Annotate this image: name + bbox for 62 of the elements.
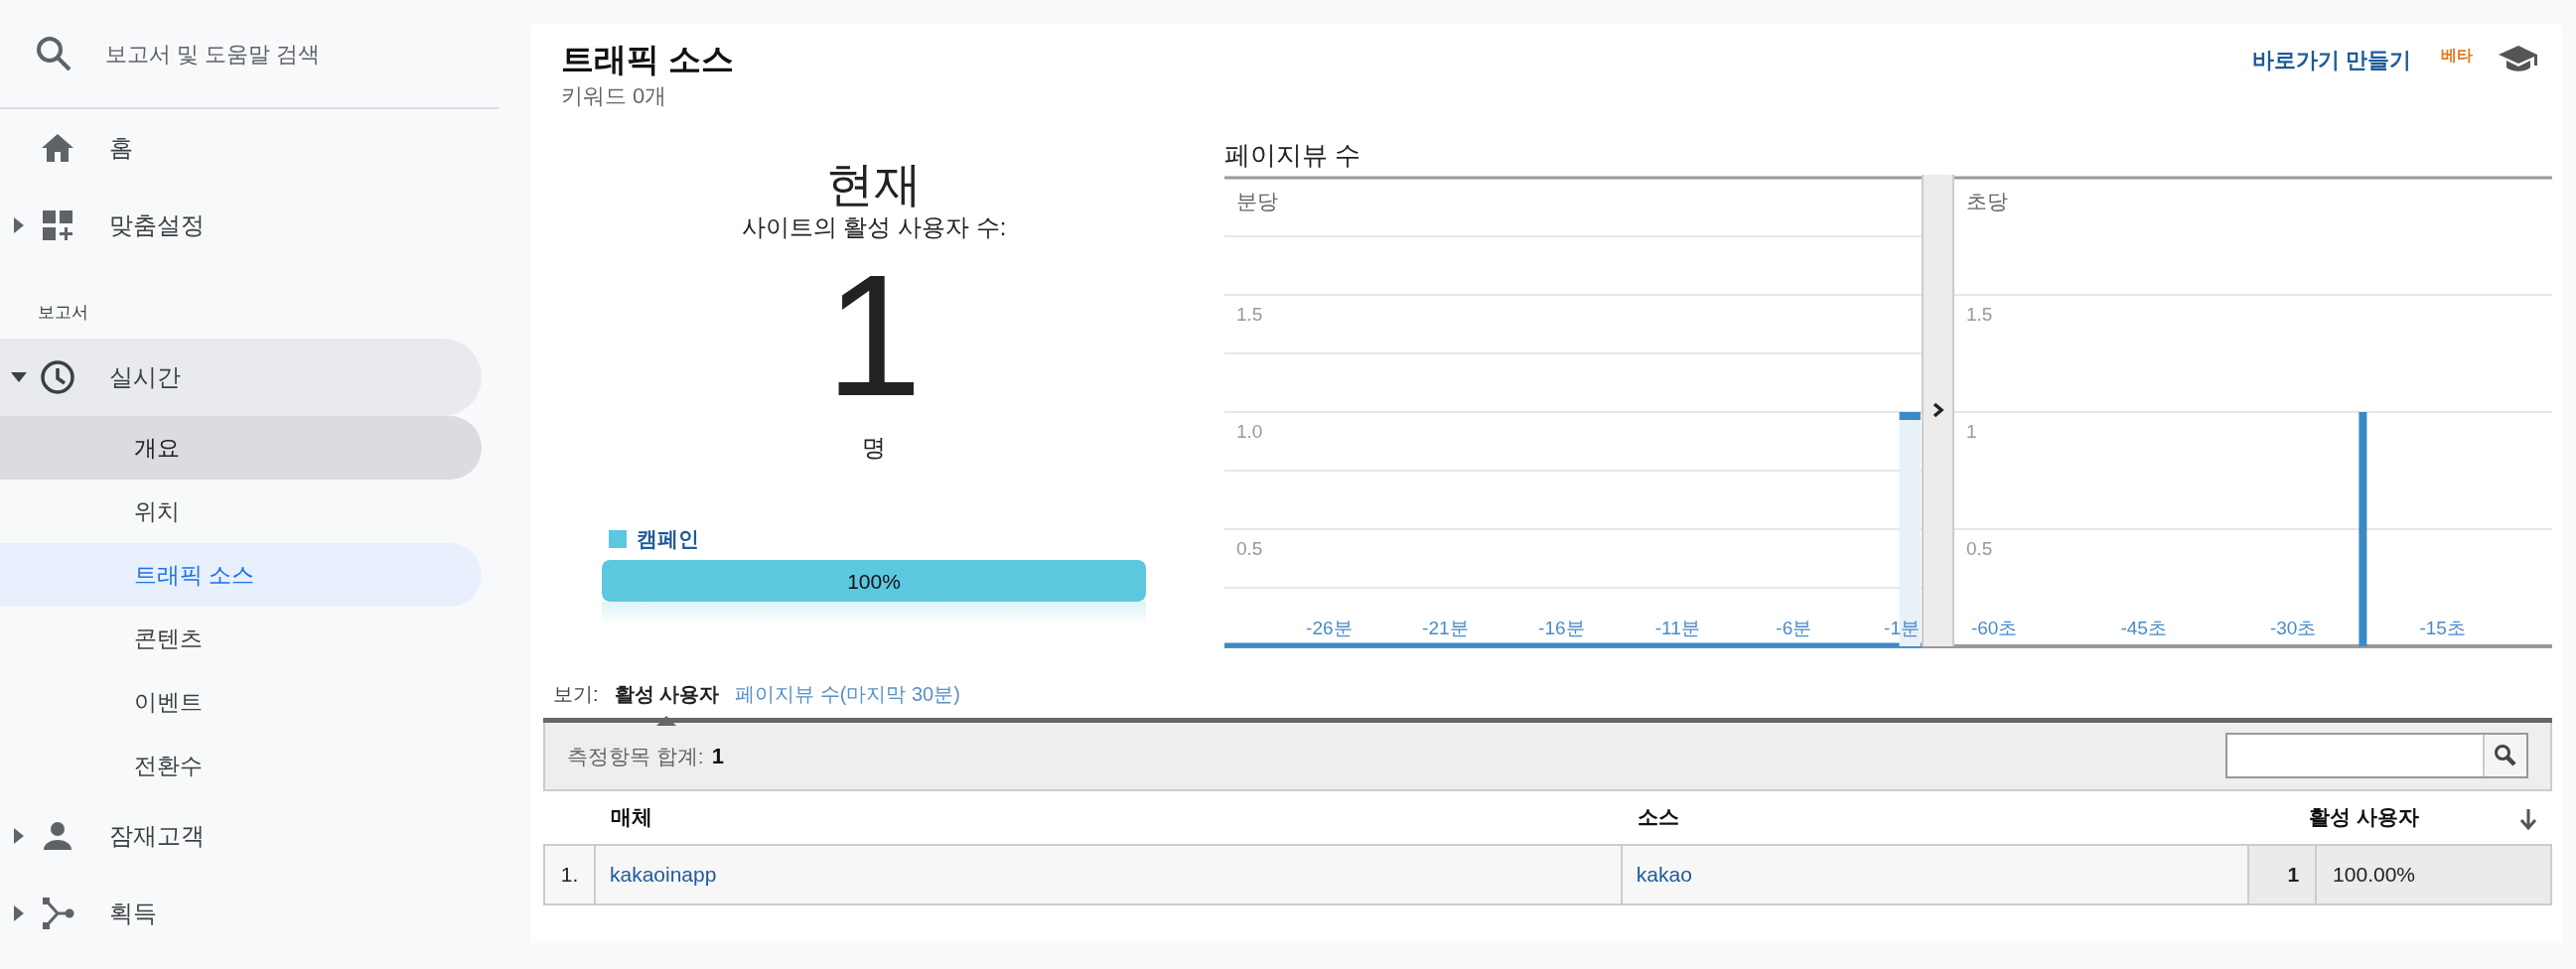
x-tick-label: -30초 bbox=[2269, 617, 2317, 638]
section-heading: 보고서 bbox=[37, 301, 89, 324]
table-search-field[interactable] bbox=[2225, 733, 2528, 779]
column-header[interactable]: 소스 bbox=[1637, 801, 1679, 833]
active-users-caption: 사이트의 활성 사용자 수: bbox=[740, 211, 1008, 242]
panel-toggle[interactable] bbox=[1922, 174, 1954, 646]
x-tick-label: -45초 bbox=[2120, 617, 2167, 638]
y-tick-label: 1.0 bbox=[1236, 420, 1263, 442]
search-icon bbox=[2494, 744, 2517, 768]
row-number: 1. bbox=[544, 844, 595, 904]
x-tick-label: -26분 bbox=[1306, 617, 1353, 638]
clock-icon bbox=[38, 357, 77, 397]
beta-label: 베타 bbox=[2441, 46, 2473, 66]
nav-subitem[interactable]: 위치 bbox=[0, 480, 482, 543]
page-subtitle: 키워드 0개 bbox=[561, 81, 668, 110]
shortcut-link[interactable]: 바로가기 만들기 bbox=[2251, 44, 2411, 76]
nav-subitem[interactable]: 트래픽 소스 bbox=[0, 543, 482, 607]
graduation-cap-icon[interactable] bbox=[2497, 44, 2540, 73]
nav-subitem[interactable]: 전환수 bbox=[0, 734, 482, 797]
column-header[interactable]: 매체 bbox=[610, 801, 652, 833]
nav-item[interactable]: 맞춤설정 bbox=[0, 187, 482, 264]
current-heading: 현재 bbox=[825, 159, 923, 211]
panel-label: 분당 bbox=[1236, 189, 1278, 212]
panel-label: 초당 bbox=[1966, 189, 2008, 212]
metric-value: 1 bbox=[2248, 844, 2317, 904]
x-tick-label: -11분 bbox=[1654, 617, 1700, 638]
x-tick-label: -1분 bbox=[1884, 617, 1920, 638]
total-label: 측정항목 합계: bbox=[567, 743, 704, 769]
nav-item[interactable]: 홈 bbox=[0, 109, 482, 187]
search-field[interactable]: 보고서 및 도움말 검색 bbox=[103, 36, 461, 71]
nav-subitem[interactable]: 콘텐츠 bbox=[0, 607, 482, 670]
nav-subitem[interactable]: 개요 bbox=[0, 416, 482, 480]
y-tick-label: 0.5 bbox=[1236, 537, 1263, 559]
metric-percent: 100.00% bbox=[2316, 844, 2551, 904]
x-tick-label: -15초 bbox=[2419, 617, 2466, 638]
count-unit: 명 bbox=[861, 433, 887, 463]
active-user-count: 1 bbox=[825, 248, 923, 422]
chart-title: 페이지뷰 수 bbox=[1224, 139, 1362, 172]
share-bar-label: 100% bbox=[846, 568, 902, 595]
view-label: 보기: bbox=[553, 682, 599, 707]
column-header[interactable]: 활성 사용자 bbox=[2309, 801, 2419, 833]
x-tick-label: -16분 bbox=[1538, 617, 1585, 638]
y-tick-label: 1 bbox=[1966, 420, 1977, 442]
legend-label: 캠페인 bbox=[637, 526, 699, 552]
nav-subitem[interactable]: 이벤트 bbox=[0, 670, 482, 734]
y-tick-label: 1.5 bbox=[1966, 303, 1993, 325]
search-icon bbox=[34, 34, 73, 73]
sort-arrow-icon[interactable] bbox=[2518, 806, 2538, 831]
chevron-right-icon bbox=[1932, 402, 1944, 419]
y-tick-label: 1.5 bbox=[1236, 303, 1263, 325]
nav-item[interactable]: 잠재고객 bbox=[0, 797, 482, 875]
source-link[interactable]: kakao bbox=[1636, 862, 1692, 886]
nav-item[interactable]: 획득 bbox=[0, 875, 482, 952]
x-tick-label: -21분 bbox=[1422, 617, 1469, 638]
x-tick-label: -6분 bbox=[1776, 617, 1812, 638]
nav-item[interactable]: 실시간 bbox=[0, 339, 482, 416]
medium-link[interactable]: kakaoinapp bbox=[609, 862, 717, 886]
x-tick-label: -60초 bbox=[1970, 617, 2018, 638]
page-title: 트래픽 소스 bbox=[561, 40, 735, 79]
y-tick-label: 0.5 bbox=[1966, 537, 1993, 559]
total-value: 1 bbox=[711, 742, 724, 770]
search-button[interactable] bbox=[2483, 735, 2526, 777]
